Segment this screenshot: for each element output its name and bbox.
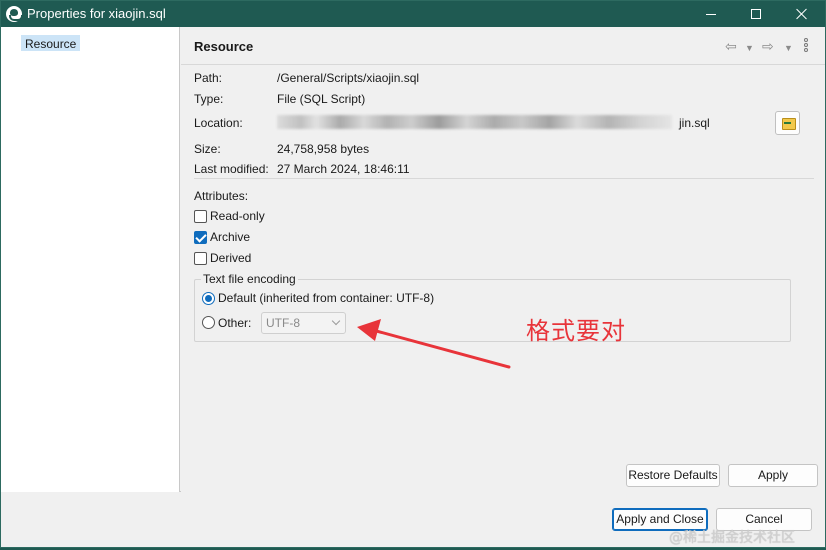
title-bar[interactable]: Properties for xiaojin.sql — [1, 1, 825, 27]
properties-dialog: Properties for xiaojin.sql Resource Reso… — [0, 0, 826, 548]
page-header: Resource ⇦ ▼ ⇨ ▼ — [181, 27, 825, 65]
archive-label[interactable]: Archive — [210, 230, 250, 244]
watermark: @稀土掘金技术社区 — [669, 530, 795, 546]
archive-checkbox[interactable] — [194, 231, 207, 244]
chevron-down-icon[interactable]: ▼ — [745, 41, 754, 55]
location-label: Location: — [194, 116, 243, 130]
back-arrow-icon[interactable]: ⇦ — [725, 39, 737, 53]
chevron-down-icon — [331, 316, 341, 326]
annotation-arrow-icon — [357, 319, 511, 369]
annotation-text: 格式要对 — [526, 317, 626, 345]
path-value: /General/Scripts/xiaojin.sql — [277, 71, 420, 85]
type-value: File (SQL Script) — [277, 92, 366, 106]
apply-button[interactable]: Apply — [728, 464, 818, 487]
window-title: Properties for xiaojin.sql — [27, 6, 166, 21]
size-label: Size: — [194, 142, 221, 156]
eclipse-app-icon — [6, 6, 23, 22]
separator — [194, 178, 814, 179]
size-value: 24,758,958 bytes — [277, 142, 370, 156]
derived-label[interactable]: Derived — [210, 251, 251, 265]
path-label: Path: — [194, 71, 223, 85]
show-in-explorer-button[interactable] — [775, 111, 800, 135]
last-modified-label: Last modified: — [194, 162, 269, 176]
encoding-group-title: Text file encoding — [201, 272, 298, 286]
more-vertical-icon[interactable] — [804, 38, 810, 52]
close-icon — [796, 8, 808, 20]
location-value: jin.sql — [679, 116, 710, 130]
forward-arrow-icon[interactable]: ⇨ — [762, 39, 774, 53]
derived-checkbox[interactable] — [194, 252, 207, 265]
dialog-content: Resource Resource ⇦ ▼ ⇨ ▼ Path: /General… — [1, 27, 825, 492]
read-only-checkbox[interactable] — [194, 210, 207, 223]
category-tree: Resource — [1, 27, 180, 492]
type-label: Type: — [194, 92, 224, 106]
maximize-button[interactable] — [733, 1, 779, 27]
encoding-select[interactable]: UTF-8 — [261, 312, 346, 334]
property-page: Resource ⇦ ▼ ⇨ ▼ Path: /General/Scripts/… — [181, 27, 825, 492]
minimize-button[interactable] — [688, 1, 734, 27]
other-encoding-radio[interactable] — [202, 316, 215, 329]
tree-item-resource[interactable]: Resource — [21, 35, 81, 51]
chevron-down-icon[interactable]: ▼ — [784, 41, 793, 55]
page-title: Resource — [194, 39, 254, 54]
default-encoding-label[interactable]: Default (inherited from container: UTF-8… — [218, 291, 434, 305]
other-encoding-label[interactable]: Other: — [218, 316, 251, 330]
maximize-icon — [751, 9, 761, 19]
encoding-select-value: UTF-8 — [266, 316, 300, 330]
location-value-redacted — [277, 115, 672, 129]
attributes-label: Attributes: — [194, 189, 249, 203]
read-only-label[interactable]: Read-only — [210, 209, 265, 223]
close-button[interactable] — [779, 1, 825, 27]
minimize-icon — [706, 13, 716, 15]
default-encoding-radio[interactable] — [202, 292, 215, 305]
restore-defaults-button[interactable]: Restore Defaults — [626, 464, 720, 487]
last-modified-value: 27 March 2024, 18:46:11 — [277, 162, 410, 176]
